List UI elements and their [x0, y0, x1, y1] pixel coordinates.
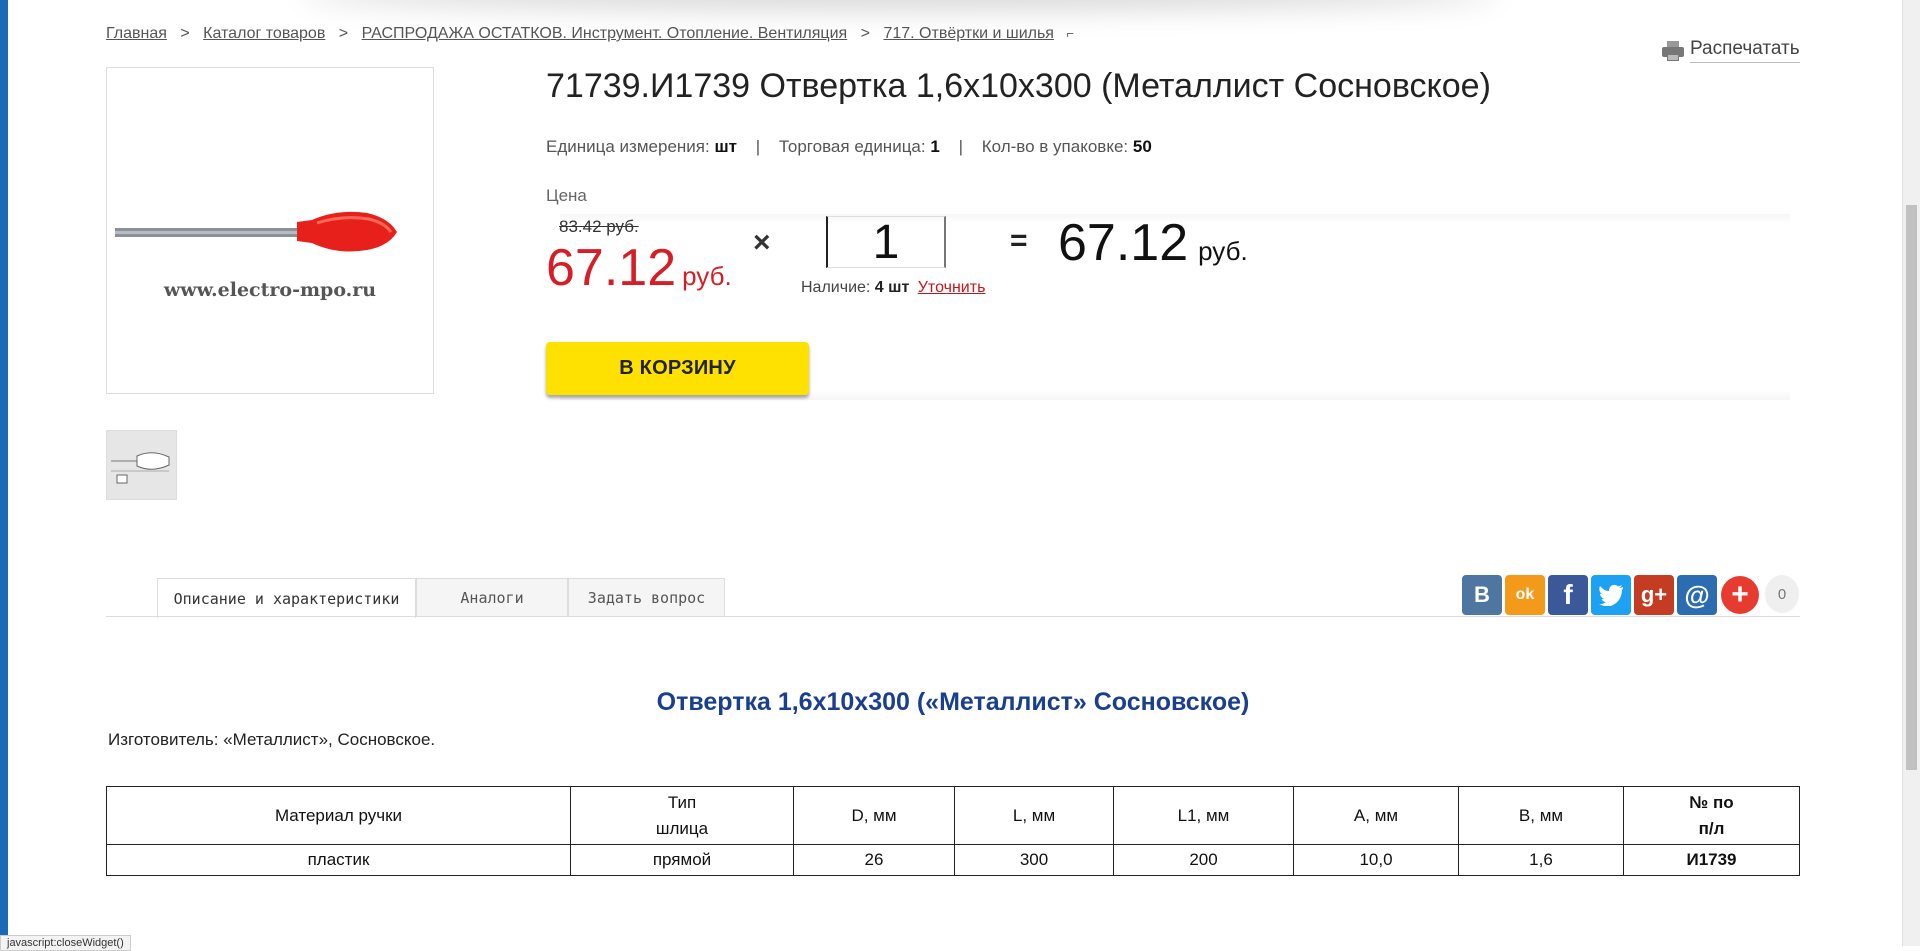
plus-icon: + — [1721, 576, 1759, 614]
product-title: 71739.И1739 Отвертка 1,6х10х300 (Металли… — [546, 67, 1491, 105]
specs-table: Материал ручки Тип шлица D, мм L, мм L1, … — [106, 786, 1800, 876]
drawing-thumbnail-icon — [111, 452, 170, 484]
print-button[interactable]: Распечатать — [1662, 38, 1800, 63]
share-count: 0 — [1765, 575, 1799, 613]
header-d: D, мм — [793, 786, 955, 845]
description-title: Отвертка 1,6х10х300 («Металлист» Сосновс… — [656, 688, 1250, 716]
twitter-bird-icon — [1599, 584, 1623, 606]
stock-label: Наличие: — [801, 279, 871, 296]
cell-l1: 200 — [1113, 844, 1294, 876]
screwdriver-image: www.electro-mpo.ru — [115, 211, 397, 301]
cell-a: 10,0 — [1293, 844, 1459, 876]
header-b: В, мм — [1458, 786, 1624, 845]
tab-analogs[interactable]: Аналоги — [416, 578, 568, 617]
unit-label: Единица измерения: — [546, 137, 710, 156]
product-image[interactable]: www.electro-mpo.ru — [106, 67, 434, 394]
header-slot-type: Тип шлица — [570, 786, 794, 845]
breadcrumb-catalog-link[interactable]: Каталог товаров — [203, 25, 325, 42]
units-divider: | — [958, 137, 963, 156]
twitter-icon[interactable] — [1591, 575, 1631, 615]
mail-icon[interactable]: @ — [1677, 575, 1717, 615]
breadcrumb-expand-icon[interactable]: ⌐ — [1066, 26, 1074, 41]
vk-icon[interactable]: B — [1462, 575, 1502, 615]
unit-value: шт — [714, 137, 737, 156]
cell-slot-type: прямой — [570, 844, 794, 876]
total-price: 67.12 руб. — [1058, 213, 1248, 273]
product-thumbnail-drawing[interactable] — [106, 430, 177, 500]
header-number: № по п/л — [1623, 786, 1800, 845]
breadcrumb-home-link[interactable]: Главная — [106, 25, 167, 42]
breadcrumb-separator: > — [338, 25, 349, 42]
status-bar-url: javascript:closeWidget() — [0, 935, 131, 951]
table-header-row: Материал ручки Тип шлица D, мм L, мм L1, … — [106, 786, 1800, 845]
total-price-value: 67.12 — [1058, 214, 1189, 272]
tab-ask-question[interactable]: Задать вопрос — [568, 578, 725, 617]
current-price-value: 67.12 — [546, 239, 677, 297]
stock-clarify-link[interactable]: Уточнить — [918, 279, 986, 296]
current-price-currency: руб. — [682, 261, 732, 291]
table-row: пластик прямой 26 300 200 10,0 1,6 И1739 — [106, 844, 1800, 876]
product-units: Единица измерения: шт | Торговая единица… — [546, 137, 1152, 157]
header-l: L, мм — [954, 786, 1114, 845]
pack-label: Кол-во в упаковке: — [981, 137, 1129, 156]
cell-b: 1,6 — [1458, 844, 1624, 876]
current-price: 67.12 руб. — [546, 238, 732, 298]
share-buttons: B ok f g+ @ + 0 — [1462, 575, 1799, 615]
tab-description[interactable]: Описание и характеристики — [157, 578, 416, 618]
price-label: Цена — [546, 186, 587, 205]
header-handle-material: Материал ручки — [106, 786, 571, 845]
breadcrumb-separator: > — [860, 25, 870, 42]
pack-value: 50 — [1132, 137, 1152, 156]
cell-d: 26 — [793, 844, 955, 876]
cell-number: И1739 — [1623, 844, 1800, 876]
print-label[interactable]: Распечатать — [1690, 38, 1800, 63]
breadcrumb-separator: > — [180, 25, 190, 42]
odnoklassniki-icon[interactable]: ok — [1505, 575, 1545, 615]
breadcrumb-sale-link[interactable]: РАСПРОДАЖА ОСТАТКОВ. Инструмент. Отоплен… — [362, 25, 848, 42]
stock-value: 4 шт — [874, 279, 910, 296]
trade-unit-label: Торговая единица: — [778, 137, 926, 156]
old-price: 83.42 руб. — [559, 217, 639, 236]
manufacturer-text: Изготовитель: «Металлист», Сосновское. — [108, 730, 436, 749]
trade-unit-value: 1 — [930, 137, 940, 156]
units-divider: | — [755, 137, 761, 156]
google-plus-icon[interactable]: g+ — [1634, 575, 1674, 615]
cell-l: 300 — [954, 844, 1114, 876]
equals-sign: = — [1010, 224, 1028, 257]
multiply-sign: × — [753, 226, 771, 259]
facebook-icon[interactable]: f — [1548, 575, 1588, 615]
quantity-input[interactable] — [826, 216, 946, 268]
scrollbar-thumb[interactable] — [1906, 205, 1917, 770]
stock-info: Наличие: 4 шт Уточнить — [801, 279, 985, 297]
page-scrollbar[interactable] — [1902, 0, 1920, 946]
total-price-currency: руб. — [1198, 236, 1248, 266]
image-watermark: www.electro-mpo.ru — [163, 279, 376, 301]
header-a: А, мм — [1293, 786, 1459, 845]
breadcrumb-category-link[interactable]: 717. Отвёртки и шилья — [883, 25, 1054, 42]
add-to-cart-button[interactable]: В КОРЗИНУ — [546, 342, 809, 395]
window-left-edge — [0, 0, 8, 946]
more-share-icon[interactable]: + — [1720, 575, 1760, 615]
breadcrumb: Главная > Каталог товаров > РАСПРОДАЖА О… — [106, 25, 1074, 43]
cell-handle-material: пластик — [106, 844, 571, 876]
tabs-divider — [106, 616, 1800, 617]
header-l1: L1, мм — [1113, 786, 1294, 845]
printer-icon — [1662, 40, 1684, 61]
